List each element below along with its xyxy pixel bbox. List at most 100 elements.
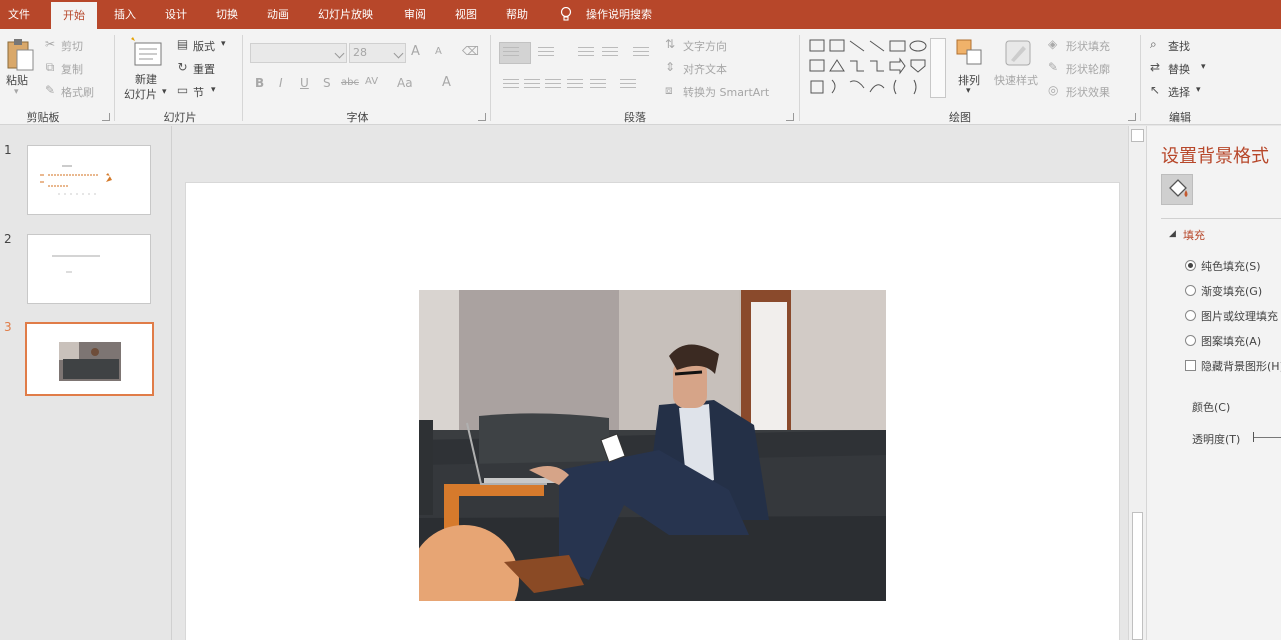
select-button[interactable]: 选择 xyxy=(1168,84,1190,100)
arrange-icon[interactable] xyxy=(955,38,985,68)
slide-thumbnail-1[interactable] xyxy=(27,145,151,215)
ribbon-separator xyxy=(242,35,243,121)
layout-dropdown-arrow[interactable]: ▾ xyxy=(221,39,226,49)
line-spacing-icon[interactable] xyxy=(633,47,649,59)
pattern-fill-label[interactable]: 图案填充(A) xyxy=(1201,333,1261,349)
tell-me-search[interactable]: 操作说明搜索 xyxy=(586,0,652,29)
slide-thumbnail-3[interactable] xyxy=(25,322,154,396)
tab-animations[interactable]: 动画 xyxy=(267,0,289,29)
align-left-icon[interactable] xyxy=(503,79,519,91)
solid-fill-label[interactable]: 纯色填充(S) xyxy=(1201,258,1261,274)
tab-slideshow[interactable]: 幻灯片放映 xyxy=(318,0,373,29)
clear-format-icon[interactable]: ⌫ xyxy=(462,44,479,58)
shadow-button[interactable]: S xyxy=(323,76,331,90)
current-slide[interactable] xyxy=(185,182,1120,640)
gradient-fill-radio[interactable] xyxy=(1185,285,1196,296)
align-center-icon[interactable] xyxy=(524,79,540,91)
decrease-indent-icon[interactable] xyxy=(578,47,594,59)
tab-transitions[interactable]: 切换 xyxy=(216,0,238,29)
picture-fill-radio[interactable] xyxy=(1185,310,1196,321)
shape-fill-button[interactable]: 形状填充 xyxy=(1066,38,1110,54)
section-button[interactable]: 节 xyxy=(193,84,204,100)
lightbulb-icon[interactable] xyxy=(560,7,572,22)
collapse-triangle-icon[interactable]: ◢ xyxy=(1169,229,1176,239)
select-dropdown-arrow[interactable]: ▾ xyxy=(1196,85,1201,95)
find-button[interactable]: 查找 xyxy=(1168,38,1190,54)
solid-fill-radio[interactable] xyxy=(1185,260,1196,271)
shapes-gallery[interactable] xyxy=(808,38,928,98)
shape-outline-button[interactable]: 形状轮廓 xyxy=(1066,61,1110,77)
layout-button[interactable]: 版式 xyxy=(193,38,215,54)
tab-design[interactable]: 设计 xyxy=(165,0,187,29)
paste-dropdown-arrow[interactable]: ▾ xyxy=(14,87,19,97)
divider xyxy=(1161,218,1281,219)
format-background-pane: 设置背景格式 ◢ 填充 纯色填充(S) 渐变填充(G) 图片或纹理填充 图案填充… xyxy=(1146,126,1281,640)
shape-effects-button[interactable]: 形状效果 xyxy=(1066,84,1110,100)
grow-font-button[interactable]: A xyxy=(411,44,420,59)
italic-button[interactable]: I xyxy=(279,76,283,90)
tab-file[interactable]: 文件 xyxy=(8,0,30,29)
new-slide-icon[interactable] xyxy=(131,37,163,67)
section-dropdown-arrow[interactable]: ▾ xyxy=(211,85,216,95)
justify-icon[interactable] xyxy=(567,79,583,91)
ribbon-separator xyxy=(799,35,800,121)
clipboard-dialog-launcher[interactable] xyxy=(102,113,110,121)
tab-view[interactable]: 视图 xyxy=(455,0,477,29)
char-spacing-button[interactable]: AV xyxy=(365,76,378,87)
font-name-combo[interactable] xyxy=(250,43,347,63)
align-right-icon[interactable] xyxy=(545,79,561,91)
bold-button[interactable]: B xyxy=(255,76,264,90)
slide-thumbnail-2[interactable] xyxy=(27,234,151,304)
tab-insert[interactable]: 插入 xyxy=(114,0,136,29)
numbering-icon[interactable] xyxy=(538,47,554,59)
text-direction-button[interactable]: 文字方向 xyxy=(683,38,727,54)
shrink-font-button[interactable]: A xyxy=(435,46,442,57)
new-slide-label[interactable]: 幻灯片 xyxy=(124,86,157,102)
font-size-value: 28 xyxy=(353,46,367,59)
reset-button[interactable]: 重置 xyxy=(193,61,215,77)
picture-fill-label[interactable]: 图片或纹理填充 xyxy=(1201,308,1278,324)
transparency-slider-handle[interactable] xyxy=(1253,432,1254,442)
font-dialog-launcher[interactable] xyxy=(478,113,486,121)
convert-smartart-button[interactable]: 转换为 SmartArt xyxy=(683,84,769,100)
drawing-dialog-launcher[interactable] xyxy=(1128,113,1136,121)
quick-styles-button[interactable]: 快速样式 xyxy=(994,72,1038,88)
cut-button[interactable]: 剪切 xyxy=(61,38,83,54)
pattern-fill-radio[interactable] xyxy=(1185,335,1196,346)
scroll-up-button[interactable] xyxy=(1131,129,1144,142)
gradient-fill-label[interactable]: 渐变填充(G) xyxy=(1201,283,1262,299)
change-case-button[interactable]: Aa xyxy=(397,76,413,90)
new-slide-button[interactable]: 新建 xyxy=(135,71,157,87)
replace-button[interactable]: 替换 xyxy=(1168,61,1190,77)
copy-button[interactable]: 复制 xyxy=(61,61,83,77)
paste-button[interactable]: 粘贴 xyxy=(6,72,28,88)
slide-photo[interactable] xyxy=(419,290,886,601)
increase-indent-icon[interactable] xyxy=(602,47,618,59)
hide-graphics-label[interactable]: 隐藏背景图形(H) xyxy=(1201,358,1281,374)
quick-styles-icon[interactable] xyxy=(1003,38,1033,68)
paragraph-dialog-launcher[interactable] xyxy=(786,113,794,121)
fill-section-header[interactable]: 填充 xyxy=(1183,227,1205,243)
vertical-scrollbar[interactable] xyxy=(1128,126,1146,640)
underline-button[interactable]: U xyxy=(300,76,309,90)
replace-dropdown-arrow[interactable]: ▾ xyxy=(1201,62,1206,72)
columns-icon[interactable] xyxy=(620,79,636,91)
font-size-combo[interactable]: 28 xyxy=(349,43,406,63)
new-slide-dropdown-arrow[interactable]: ▾ xyxy=(162,87,167,97)
fill-category-button[interactable] xyxy=(1161,174,1193,205)
arrange-dropdown-arrow[interactable]: ▾ xyxy=(966,86,971,96)
format-painter-button[interactable]: 格式刷 xyxy=(61,84,94,100)
shapes-gallery-scroll[interactable] xyxy=(930,38,946,98)
font-color-button[interactable]: A xyxy=(442,75,451,90)
hide-graphics-checkbox[interactable] xyxy=(1185,360,1196,371)
align-text-button[interactable]: 对齐文本 xyxy=(683,61,727,77)
tab-help[interactable]: 帮助 xyxy=(506,0,528,29)
paste-icon[interactable] xyxy=(6,38,36,72)
tab-home[interactable]: 开始 xyxy=(51,2,97,29)
distributed-icon[interactable] xyxy=(590,79,606,91)
strikethrough-button[interactable]: abc xyxy=(341,77,359,88)
scrollbar-thumb[interactable] xyxy=(1132,512,1143,640)
color-label: 颜色(C) xyxy=(1192,401,1231,414)
tab-review[interactable]: 审阅 xyxy=(404,0,426,29)
transparency-slider[interactable] xyxy=(1253,437,1281,438)
